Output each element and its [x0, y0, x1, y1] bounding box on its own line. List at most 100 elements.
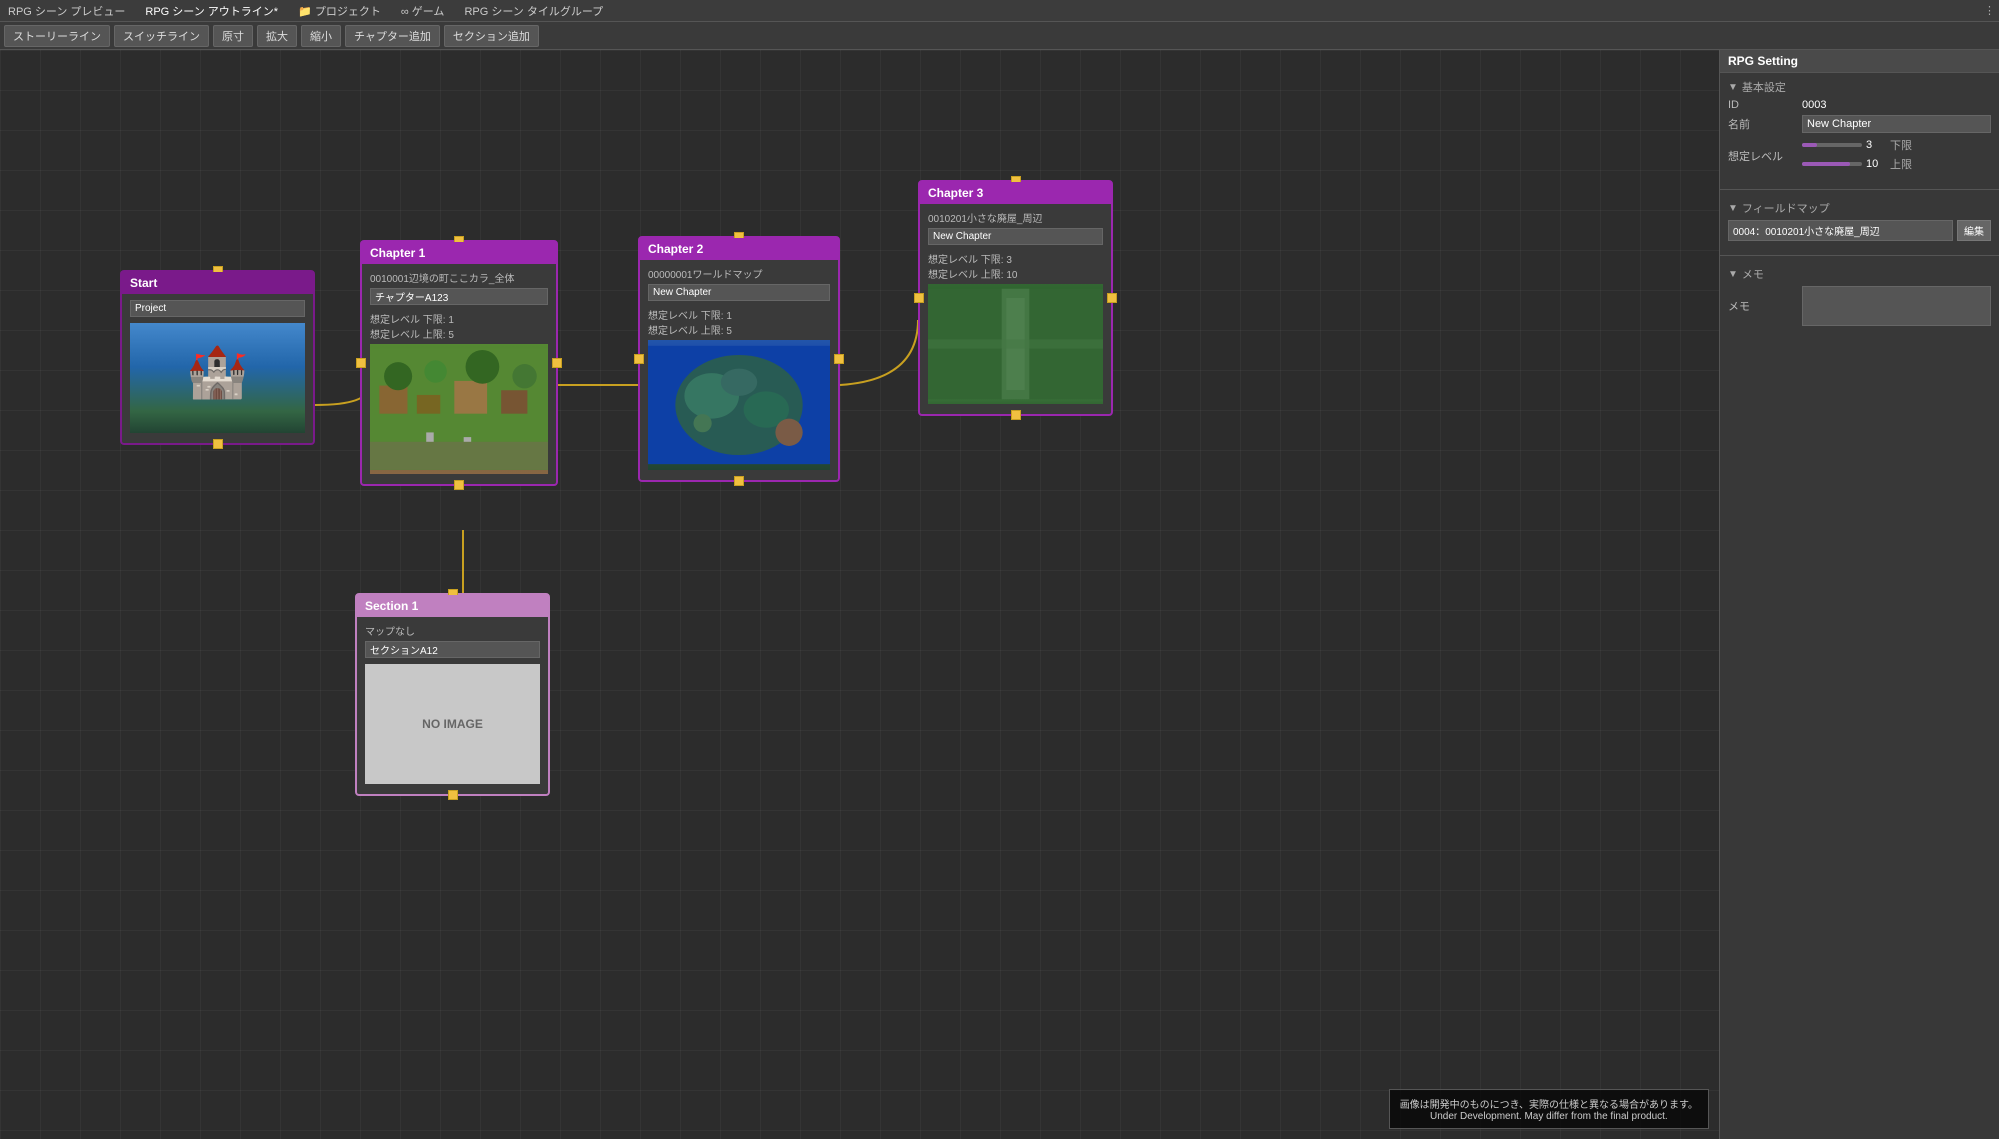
level-controls: 3 下限 10 上限: [1802, 137, 1991, 175]
level-max-suffix: 上限: [1890, 156, 1912, 172]
start-node[interactable]: Start: [120, 270, 315, 445]
chapter1-town-image: [370, 344, 548, 474]
chapter2-section-field: [648, 284, 830, 304]
chapter2-connector-bottom: [734, 476, 744, 486]
chapter2-footer: [640, 476, 838, 480]
field-map-edit-button[interactable]: 編集: [1957, 220, 1991, 241]
menu-item-tilegroup[interactable]: RPG シーン タイルグループ: [460, 1, 607, 21]
section1-map-label: マップなし: [365, 623, 540, 638]
level-max-track: [1802, 162, 1862, 166]
chapter2-body: 00000001ワールドマップ 想定レベル 下限: 1 想定レベル 上限: 5: [640, 260, 838, 476]
memo-textarea[interactable]: [1802, 286, 1991, 326]
field-map-row: 0004：0010201小さな廃屋_周辺 編集: [1728, 220, 1991, 241]
chapter3-connector-right: [1107, 293, 1117, 303]
memo-section: ▼ メモ メモ: [1720, 260, 1999, 336]
chapter3-level-field: 想定レベル 下限: 3 想定レベル 上限: 10: [928, 251, 1103, 281]
storyline-button[interactable]: ストーリーライン: [4, 25, 110, 47]
switchline-button[interactable]: スイッチライン: [114, 25, 209, 47]
menu-item-game[interactable]: ∞ ゲーム: [397, 1, 449, 21]
main-layout: Start Chapter 1 0010001辺境の町ここカラ_全: [0, 50, 1999, 1139]
chapter2-connector-right: [834, 354, 844, 364]
chapter1-header: Chapter 1: [362, 242, 556, 264]
id-value: 0003: [1802, 99, 1826, 111]
section1-header: Section 1: [357, 595, 548, 617]
memo-triangle-icon: ▼: [1728, 269, 1738, 280]
chapter2-section-input[interactable]: [648, 284, 830, 301]
section1-node[interactable]: Section 1 マップなし NO IMAGE: [355, 593, 550, 796]
more-menu-icon[interactable]: ⋮: [1984, 4, 1995, 17]
menu-item-outline[interactable]: RPG シーン アウトライン*: [141, 1, 282, 21]
level-max-row: 10 上限: [1802, 156, 1991, 172]
chapter3-section-field: [928, 228, 1103, 248]
memo-row: メモ: [1728, 286, 1991, 326]
right-panel-header: RPG Setting: [1720, 50, 1999, 73]
toolbar: ストーリーライン スイッチライン 原寸 拡大 縮小 チャプター追加 セクション追…: [0, 22, 1999, 50]
level-row: 想定レベル 3 下限 10 上限: [1728, 137, 1991, 175]
level-min-value: 3: [1866, 139, 1886, 151]
chapter1-connector-left: [356, 358, 366, 368]
chapter3-node[interactable]: Chapter 3 0010201小さな廃屋_周辺 想定レベル 下限: 3 想定…: [918, 180, 1113, 416]
chapter3-connector-left: [914, 293, 924, 303]
section1-section-input[interactable]: [365, 641, 540, 658]
menu-bar: RPG シーン プレビュー RPG シーン アウトライン* 📁 プロジェクト ∞…: [0, 0, 1999, 22]
basic-settings-section: ▼ 基本設定 ID 0003 名前 想定レベル 3: [1720, 73, 1999, 185]
chapter2-world-image: [648, 340, 830, 470]
name-row: 名前: [1728, 115, 1991, 133]
section1-noimage: NO IMAGE: [365, 664, 540, 784]
chapter3-footer: [920, 410, 1111, 414]
chapter3-field-image: [928, 284, 1103, 404]
start-node-body: [122, 294, 313, 439]
chapter2-map-field: 00000001ワールドマップ: [648, 266, 830, 281]
start-castle-image: [130, 323, 305, 433]
add-chapter-button[interactable]: チャプター追加: [345, 25, 440, 47]
actual-size-button[interactable]: 原寸: [213, 25, 253, 47]
chapter1-section-input[interactable]: [370, 288, 548, 305]
level-label: 想定レベル: [1728, 148, 1798, 164]
chapter2-node[interactable]: Chapter 2 00000001ワールドマップ 想定レベル 下限: 1 想定…: [638, 236, 840, 482]
id-row: ID 0003: [1728, 99, 1991, 111]
start-node-footer: [122, 439, 313, 443]
menu-item-project[interactable]: 📁 プロジェクト: [294, 1, 385, 21]
level-max-fill: [1802, 162, 1850, 166]
start-connector-bottom: [213, 439, 223, 449]
name-label: 名前: [1728, 116, 1798, 132]
start-project-field: [130, 300, 305, 320]
chapter2-connector-left: [634, 354, 644, 364]
name-input[interactable]: [1802, 115, 1991, 133]
right-panel: RPG Setting ▼ 基本設定 ID 0003 名前 想定レベル: [1719, 50, 1999, 1139]
divider1: [1720, 189, 1999, 190]
menu-item-preview[interactable]: RPG シーン プレビュー: [4, 1, 129, 21]
section1-section-field: [365, 641, 540, 661]
id-label: ID: [1728, 99, 1798, 111]
section1-body: マップなし NO IMAGE: [357, 617, 548, 790]
section1-connector-bottom: [448, 790, 458, 800]
connections-svg: [0, 50, 1719, 1139]
level-min-track: [1802, 143, 1862, 147]
chapter1-body: 0010001辺境の町ここカラ_全体 想定レベル 下限: 1 想定レベル 上限:…: [362, 264, 556, 480]
triangle-icon: ▼: [1728, 82, 1738, 93]
add-section-button[interactable]: セクション追加: [444, 25, 539, 47]
chapter3-section-input[interactable]: [928, 228, 1103, 245]
level-min-row: 3 下限: [1802, 137, 1991, 153]
memo-title: ▼ メモ: [1728, 266, 1991, 282]
start-project-input[interactable]: [130, 300, 305, 317]
bottom-notice: 画像は開発中のものにつき、実際の仕様と異なる場合があります。 Under Dev…: [1389, 1089, 1709, 1129]
field-map-title: ▼ フィールドマップ: [1728, 200, 1991, 216]
chapter1-level-field: 想定レベル 下限: 1 想定レベル 上限: 5: [370, 311, 548, 341]
chapter1-node[interactable]: Chapter 1 0010001辺境の町ここカラ_全体 想定レベル 下限: 1…: [360, 240, 558, 486]
canvas-area[interactable]: Start Chapter 1 0010001辺境の町ここカラ_全: [0, 50, 1719, 1139]
chapter1-map-field: 0010001辺境の町ここカラ_全体: [370, 270, 548, 285]
zoom-in-button[interactable]: 拡大: [257, 25, 297, 47]
chapter1-footer: [362, 480, 556, 484]
field-map-value: 0004：0010201小さな廃屋_周辺: [1728, 220, 1953, 241]
chapter3-header: Chapter 3: [920, 182, 1111, 204]
level-min-fill: [1802, 143, 1817, 147]
chapter3-connector-bottom: [1011, 410, 1021, 420]
start-node-header: Start: [122, 272, 313, 294]
chapter2-header: Chapter 2: [640, 238, 838, 260]
chapter1-section-field: [370, 288, 548, 308]
field-map-section: ▼ フィールドマップ 0004：0010201小さな廃屋_周辺 編集: [1720, 194, 1999, 251]
field-triangle-icon: ▼: [1728, 203, 1738, 214]
zoom-out-button[interactable]: 縮小: [301, 25, 341, 47]
chapter1-connector-bottom: [454, 480, 464, 490]
